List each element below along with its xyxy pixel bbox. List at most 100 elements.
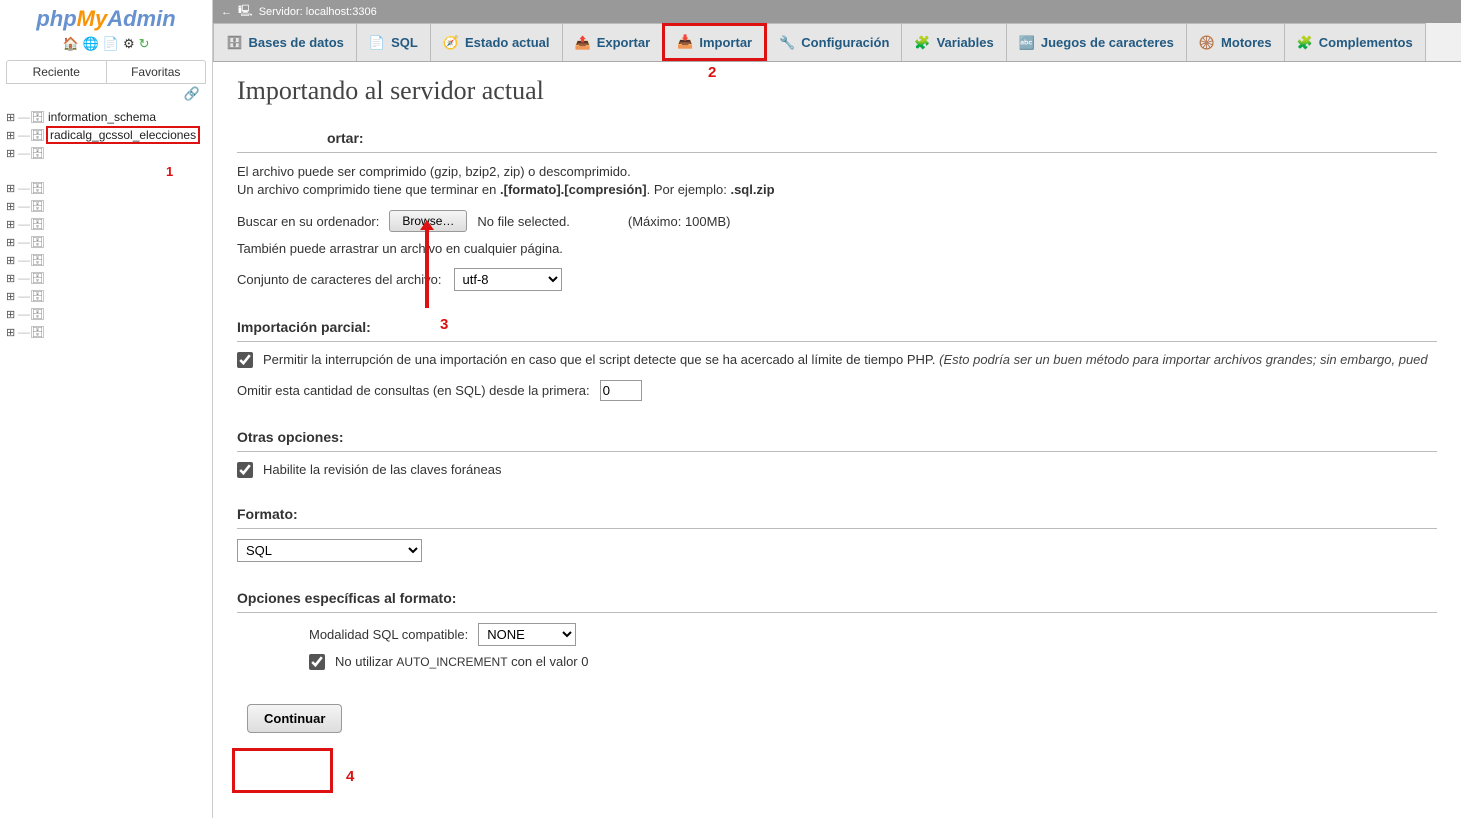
browse-label: Buscar en su ordenador: — [237, 214, 379, 229]
link-icon[interactable]: 🔗 — [0, 84, 212, 106]
expand-icon[interactable]: ⊞ — [6, 218, 16, 231]
file-hint-2: Un archivo comprimido tiene que terminar… — [237, 181, 1437, 199]
database-icon: 🗄 — [30, 128, 44, 142]
tab-label: Configuración — [801, 35, 889, 50]
tab-sql[interactable]: 📄 SQL — [356, 23, 431, 61]
docs-icon[interactable]: 📄 — [103, 36, 119, 52]
tab-import[interactable]: 📥Importar — [662, 23, 767, 61]
wrench-icon: 🔧 — [779, 35, 795, 51]
sidebar-tab-recent[interactable]: Reciente — [7, 61, 107, 83]
tab-label: Complementos — [1319, 35, 1413, 50]
settings-gear-icon[interactable]: ⚙ — [123, 36, 135, 52]
breadcrumb-bar: ← 🖳 Servidor: localhost:3306 — [213, 0, 1461, 23]
expand-icon[interactable]: ⊞ — [6, 129, 16, 142]
annotation-3: 3 — [440, 316, 448, 333]
expand-icon[interactable]: ⊞ — [6, 236, 16, 249]
tree-line: — — [18, 128, 28, 142]
tab-label: Bases de datos — [249, 35, 344, 50]
db-radicalg[interactable]: radicalg_gcssol_elecciones — [46, 126, 200, 144]
annotation-2: 2 — [708, 64, 716, 81]
breadcrumb-server[interactable]: Servidor: localhost:3306 — [259, 6, 377, 18]
tree-line: — — [18, 110, 28, 124]
file-hint-1: El archivo puede ser comprimido (gzip, b… — [237, 163, 1437, 181]
database-icon: 🗄 — [30, 217, 44, 231]
page-title: Importando al servidor actual — [237, 76, 1437, 106]
expand-icon[interactable]: ⊞ — [6, 290, 16, 303]
logout-icon[interactable]: 🌐 — [83, 36, 99, 52]
section-partial-heading: Importación parcial: — [237, 319, 1437, 342]
annotation-1: 1 — [166, 164, 206, 179]
tab-export[interactable]: 📤Exportar — [562, 23, 664, 61]
logo-part-admin: Admin — [107, 6, 175, 31]
database-icon: 🗄 — [30, 325, 44, 339]
tab-label: Motores — [1221, 35, 1272, 50]
tab-status[interactable]: 🧭Estado actual — [430, 23, 563, 61]
pma-logo[interactable]: phpMyAdmin — [0, 0, 212, 36]
sidebar-tab-favorites[interactable]: Favoritas — [107, 61, 206, 83]
tab-label: Estado actual — [465, 35, 550, 50]
expand-icon[interactable]: ⊞ — [6, 147, 16, 160]
skip-queries-label: Omitir esta cantidad de consultas (en SQ… — [237, 383, 590, 398]
fk-check-checkbox[interactable] — [237, 462, 253, 478]
submit-button[interactable]: Continuar — [247, 704, 342, 733]
allow-interrupt-label: Permitir la interrupción de una importac… — [263, 352, 1428, 367]
expand-icon[interactable]: ⊞ — [6, 200, 16, 213]
expand-icon[interactable]: ⊞ — [6, 272, 16, 285]
no-autoincrement-label: No utilizar AUTO_INCREMENT con el valor … — [335, 654, 588, 669]
expand-icon[interactable]: ⊞ — [6, 308, 16, 321]
format-select[interactable]: SQL — [237, 539, 422, 562]
tab-databases[interactable]: 🗄Bases de datos — [213, 23, 357, 61]
database-icon: 🗄 — [30, 289, 44, 303]
database-icon: 🗄 — [30, 307, 44, 321]
database-icon: 🗄 — [30, 181, 44, 195]
no-autoincrement-checkbox[interactable] — [309, 654, 325, 670]
variables-icon: 🧩 — [914, 35, 930, 51]
logo-part-my: My — [77, 6, 108, 31]
main-tabs: 🗄Bases de datos 📄 SQL 🧭Estado actual 📤Exp… — [213, 23, 1461, 62]
plugin-icon: 🧩 — [1297, 35, 1313, 51]
drag-hint: También puede arrastrar un archivo en cu… — [237, 240, 1437, 258]
db-information-schema[interactable]: information_schema — [46, 110, 158, 124]
database-icon: 🗄 — [30, 199, 44, 213]
max-size: (Máximo: 100MB) — [628, 214, 731, 229]
database-icon: 🗄 — [30, 253, 44, 267]
tab-label: Importar — [699, 35, 752, 50]
tab-variables[interactable]: 🧩 Variables — [901, 23, 1006, 61]
import-form: Importando al servidor actual ortar: El … — [213, 62, 1461, 773]
section-format-opts-heading: Opciones específicas al formato: — [237, 590, 1437, 613]
annotation-arrow — [425, 228, 429, 308]
expand-icon[interactable]: ⊞ — [6, 111, 16, 124]
tab-engines[interactable]: 🛞Motores — [1186, 23, 1285, 61]
allow-interrupt-checkbox[interactable] — [237, 352, 253, 368]
charset-select[interactable]: utf-8 — [454, 268, 562, 291]
sidebar: phpMyAdmin 🏠 🌐 📄 ⚙ ↻ Reciente Favoritas … — [0, 0, 213, 818]
main-area: ← 🖳 Servidor: localhost:3306 🗄Bases de d… — [213, 0, 1461, 818]
sql-icon: 📄 — [369, 35, 385, 51]
annotation-4: 4 — [346, 768, 354, 785]
no-file-selected: No file selected. — [477, 214, 570, 229]
tab-settings[interactable]: 🔧 Configuración — [766, 23, 902, 61]
expand-icon[interactable]: ⊞ — [6, 254, 16, 267]
sidebar-tab-group: Reciente Favoritas — [6, 60, 206, 84]
section-other-heading: Otras opciones: — [237, 429, 1437, 452]
home-icon[interactable]: 🏠 — [62, 36, 78, 52]
sidebar-quick-icons: 🏠 🌐 📄 ⚙ ↻ — [0, 36, 212, 56]
database-icon: 🗄 — [30, 110, 44, 124]
tab-charsets[interactable]: 🔤 Juegos de caracteres — [1006, 23, 1187, 61]
export-icon: 📤 — [575, 35, 591, 51]
database-icon: 🗄 — [30, 271, 44, 285]
skip-queries-input[interactable] — [600, 380, 642, 401]
charset-label: Conjunto de caracteres del archivo: — [237, 272, 442, 287]
reload-icon[interactable]: ↻ — [139, 36, 150, 52]
tab-label: Juegos de caracteres — [1041, 35, 1174, 50]
charset-icon: 🔤 — [1019, 35, 1035, 51]
expand-icon[interactable]: ⊞ — [6, 326, 16, 339]
tab-label: Variables — [937, 35, 994, 50]
tab-plugins[interactable]: 🧩 Complementos — [1284, 23, 1426, 61]
database-icon: 🗄 — [30, 146, 44, 160]
expand-icon[interactable]: ⊞ — [6, 182, 16, 195]
tab-label: SQL — [391, 35, 418, 50]
collapse-nav-icon[interactable]: ← — [221, 6, 232, 18]
sql-compat-select[interactable]: NONE — [478, 623, 576, 646]
section-format-heading: Formato: — [237, 506, 1437, 529]
